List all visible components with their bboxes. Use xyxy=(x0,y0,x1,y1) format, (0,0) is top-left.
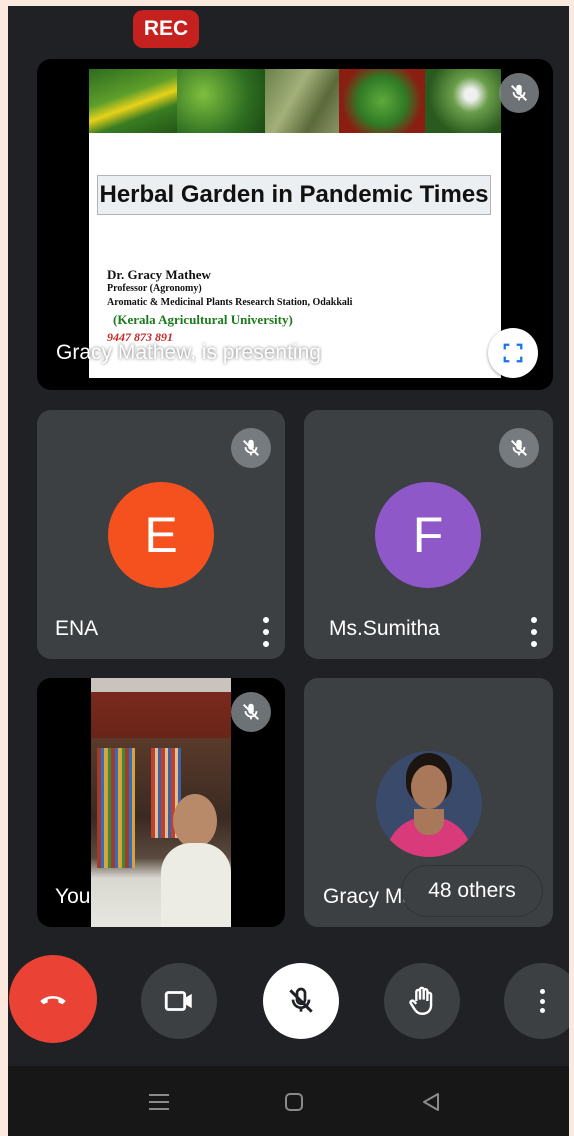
end-call-icon xyxy=(40,996,66,1005)
slide-title: Herbal Garden in Pandemic Times xyxy=(97,175,491,215)
participant-name: Ms.Sumitha xyxy=(329,617,440,640)
avatar: F xyxy=(375,482,481,588)
presenting-label: Gracy Mathew, is presenting xyxy=(56,341,321,364)
avatar: E xyxy=(108,482,214,588)
plant-photo xyxy=(425,69,501,133)
raise-hand-icon xyxy=(409,986,433,1015)
slide-university: (Kerala Agricultural University) xyxy=(113,312,293,327)
mic-off-icon xyxy=(231,428,271,468)
slide-presenter-name: Dr. Gracy Mathew xyxy=(107,267,211,282)
plant-photo xyxy=(265,69,339,133)
mic-off-icon xyxy=(499,73,539,113)
participant-tile-ena[interactable]: E ENA xyxy=(37,410,285,659)
participant-name: You xyxy=(55,885,91,908)
raise-hand-button[interactable] xyxy=(384,963,460,1039)
camera-toggle-button[interactable] xyxy=(141,963,217,1039)
meet-call-screen: REC Herbal Garden in Pandemic Times Dr. … xyxy=(8,6,569,1136)
plant-photo xyxy=(177,69,265,133)
fullscreen-icon xyxy=(503,343,523,363)
slide-presenter-station: Aromatic & Medicinal Plants Research Sta… xyxy=(107,297,353,308)
self-video-feed xyxy=(91,678,231,927)
presentation-tile[interactable]: Herbal Garden in Pandemic Times Dr. Grac… xyxy=(37,59,553,390)
plant-photo xyxy=(339,69,425,133)
avatar xyxy=(376,751,482,857)
fullscreen-button[interactable] xyxy=(488,328,538,378)
slide-presenter-role: Professor (Agronomy) xyxy=(107,283,202,294)
participant-tile-you[interactable]: You xyxy=(37,678,285,927)
presentation-slide: Herbal Garden in Pandemic Times Dr. Grac… xyxy=(89,69,501,378)
system-navigation-bar xyxy=(8,1066,569,1136)
more-options-icon[interactable] xyxy=(527,617,541,647)
more-options-button[interactable] xyxy=(504,963,569,1039)
others-count-chip[interactable]: 48 others xyxy=(402,866,542,916)
video-camera-icon xyxy=(164,991,192,1011)
mic-off-icon xyxy=(289,987,313,1013)
more-options-icon xyxy=(535,989,549,1013)
recents-icon[interactable] xyxy=(148,1093,170,1111)
participant-tile-sumitha[interactable]: F Ms.Sumitha xyxy=(304,410,553,659)
home-icon[interactable] xyxy=(284,1092,304,1112)
participant-name: ENA xyxy=(55,617,99,640)
mic-off-icon xyxy=(499,428,539,468)
more-options-icon[interactable] xyxy=(259,617,273,647)
end-call-button[interactable] xyxy=(9,955,97,1043)
mic-off-icon xyxy=(231,692,271,732)
plant-photo xyxy=(89,69,177,133)
mic-toggle-button[interactable] xyxy=(263,963,339,1039)
back-icon[interactable] xyxy=(421,1092,441,1112)
recording-badge: REC xyxy=(133,10,199,48)
